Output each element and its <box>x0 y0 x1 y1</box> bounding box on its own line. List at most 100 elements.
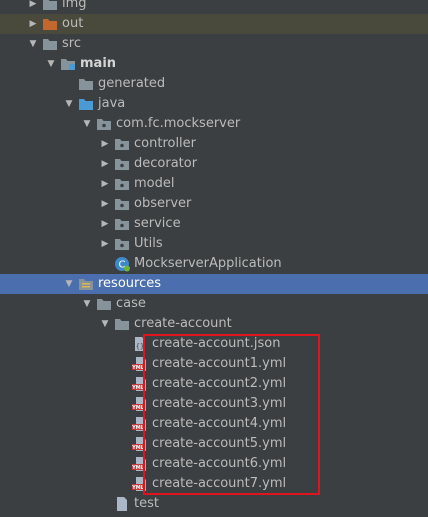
package-icon <box>114 236 130 252</box>
tree-row-label: case <box>116 296 146 311</box>
folder-icon <box>78 76 94 92</box>
svg-text:YML: YML <box>132 465 145 471</box>
tree-row-label: controller <box>134 136 197 151</box>
tree-row-label: test <box>134 496 159 511</box>
svg-text:YML: YML <box>132 385 145 391</box>
yml-file-icon: YML <box>132 416 148 432</box>
package-icon <box>96 116 112 132</box>
tree-row-label: generated <box>98 76 166 91</box>
tree-row[interactable]: ▶ Utils <box>0 234 428 254</box>
tree-row[interactable]: ▼ com.fc.mockserver <box>0 114 428 134</box>
package-icon <box>114 156 130 172</box>
tree-row-label: decorator <box>134 156 198 171</box>
source-folder-icon <box>78 96 94 112</box>
tree-row[interactable]: ▶{}create-account.json <box>0 334 428 354</box>
package-icon <box>114 196 130 212</box>
tree-row-label: create-account.json <box>152 336 281 351</box>
svg-text:YML: YML <box>132 445 145 451</box>
svg-text:YML: YML <box>132 425 145 431</box>
tree-row[interactable]: ▶YMLcreate-account2.yml <box>0 374 428 394</box>
tree-row[interactable]: ▶ controller <box>0 134 428 154</box>
file-icon <box>114 496 130 512</box>
tree-row-label: img <box>62 0 87 11</box>
tree-row[interactable]: ▶ decorator <box>0 154 428 174</box>
tree-row-label: service <box>134 216 181 231</box>
tree-row-label: model <box>134 176 175 191</box>
tree-row[interactable]: ▶ img <box>0 0 428 14</box>
folder-icon <box>114 316 130 332</box>
expand-arrow-right-icon[interactable]: ▶ <box>26 14 40 34</box>
folder-orange-icon <box>42 16 58 32</box>
yml-file-icon: YML <box>132 476 148 492</box>
yml-file-icon: YML <box>132 376 148 392</box>
yml-file-icon: YML <box>132 396 148 412</box>
tree-row[interactable]: ▶YMLcreate-account4.yml <box>0 414 428 434</box>
tree-row[interactable]: ▶generated <box>0 74 428 94</box>
yml-file-icon: YML <box>132 356 148 372</box>
tree-row[interactable]: ▶ model <box>0 174 428 194</box>
folder-icon <box>96 296 112 312</box>
expand-arrow-down-icon[interactable]: ▼ <box>26 34 40 54</box>
tree-row[interactable]: ▼ create-account <box>0 314 428 334</box>
expand-arrow-down-icon[interactable]: ▼ <box>80 294 94 314</box>
tree-row-label: MockserverApplication <box>134 256 282 271</box>
tree-row-label: java <box>98 96 126 111</box>
expand-arrow-right-icon[interactable]: ▶ <box>26 0 40 14</box>
expand-arrow-right-icon[interactable]: ▶ <box>98 214 112 234</box>
tree-row[interactable]: ▶YMLcreate-account6.yml <box>0 454 428 474</box>
tree-row-label: resources <box>98 276 162 291</box>
tree-row[interactable]: ▶ observer <box>0 194 428 214</box>
resources-folder-icon <box>78 276 94 292</box>
package-icon <box>114 216 130 232</box>
tree-row-label: create-account6.yml <box>152 456 287 471</box>
yml-file-icon: YML <box>132 456 148 472</box>
tree-row-label: observer <box>134 196 192 211</box>
tree-row-label: create-account2.yml <box>152 376 287 391</box>
svg-text:YML: YML <box>132 365 145 371</box>
expand-arrow-down-icon[interactable]: ▼ <box>62 274 76 294</box>
expand-arrow-right-icon[interactable]: ▶ <box>98 134 112 154</box>
tree-row[interactable]: ▶CMockserverApplication <box>0 254 428 274</box>
tree-row[interactable]: ▶test <box>0 494 428 514</box>
tree-row-label: create-account <box>134 316 232 331</box>
tree-row-label: create-account7.yml <box>152 476 287 491</box>
tree-row[interactable]: ▶ service <box>0 214 428 234</box>
tree-row[interactable]: ▼ resources <box>0 274 428 294</box>
tree-row[interactable]: ▼ java <box>0 94 428 114</box>
project-tree: ▶img▶out▼src▼main▶generated▼java▼com.fc.… <box>0 0 428 517</box>
folder-icon <box>42 0 58 12</box>
svg-text:{}: {} <box>136 343 144 351</box>
tree-row-label: create-account3.yml <box>152 396 287 411</box>
expand-arrow-right-icon[interactable]: ▶ <box>98 174 112 194</box>
expand-arrow-down-icon[interactable]: ▼ <box>80 114 94 134</box>
tree-row[interactable]: ▶YMLcreate-account1.yml <box>0 354 428 374</box>
package-icon <box>114 136 130 152</box>
tree-row[interactable]: ▶ out <box>0 14 428 34</box>
expand-arrow-right-icon[interactable]: ▶ <box>98 234 112 254</box>
folder-icon <box>42 36 58 52</box>
spring-class-icon: C <box>114 256 130 272</box>
module-folder-icon <box>60 56 76 72</box>
expand-arrow-down-icon[interactable]: ▼ <box>44 54 58 74</box>
tree-row-label: src <box>62 36 81 51</box>
tree-row-label: create-account1.yml <box>152 356 287 371</box>
yml-file-icon: YML <box>132 436 148 452</box>
tree-row-label: main <box>80 56 117 71</box>
tree-row[interactable]: ▶YMLcreate-account7.yml <box>0 474 428 494</box>
tree-row[interactable]: ▶YMLcreate-account3.yml <box>0 394 428 414</box>
tree-row[interactable]: ▼ main <box>0 54 428 74</box>
tree-row[interactable]: ▶YMLcreate-account5.yml <box>0 434 428 454</box>
svg-text:YML: YML <box>132 485 145 491</box>
tree-row[interactable]: ▼ case <box>0 294 428 314</box>
package-icon <box>114 176 130 192</box>
tree-row-label: create-account4.yml <box>152 416 287 431</box>
tree-row-label: out <box>62 16 84 31</box>
expand-arrow-right-icon[interactable]: ▶ <box>98 194 112 214</box>
tree-row-label: create-account5.yml <box>152 436 287 451</box>
tree-row[interactable]: ▼ src <box>0 34 428 54</box>
tree-row-label: com.fc.mockserver <box>116 116 241 131</box>
expand-arrow-right-icon[interactable]: ▶ <box>98 154 112 174</box>
expand-arrow-down-icon[interactable]: ▼ <box>62 94 76 114</box>
expand-arrow-down-icon[interactable]: ▼ <box>98 314 112 334</box>
json-file-icon: {} <box>132 336 148 352</box>
